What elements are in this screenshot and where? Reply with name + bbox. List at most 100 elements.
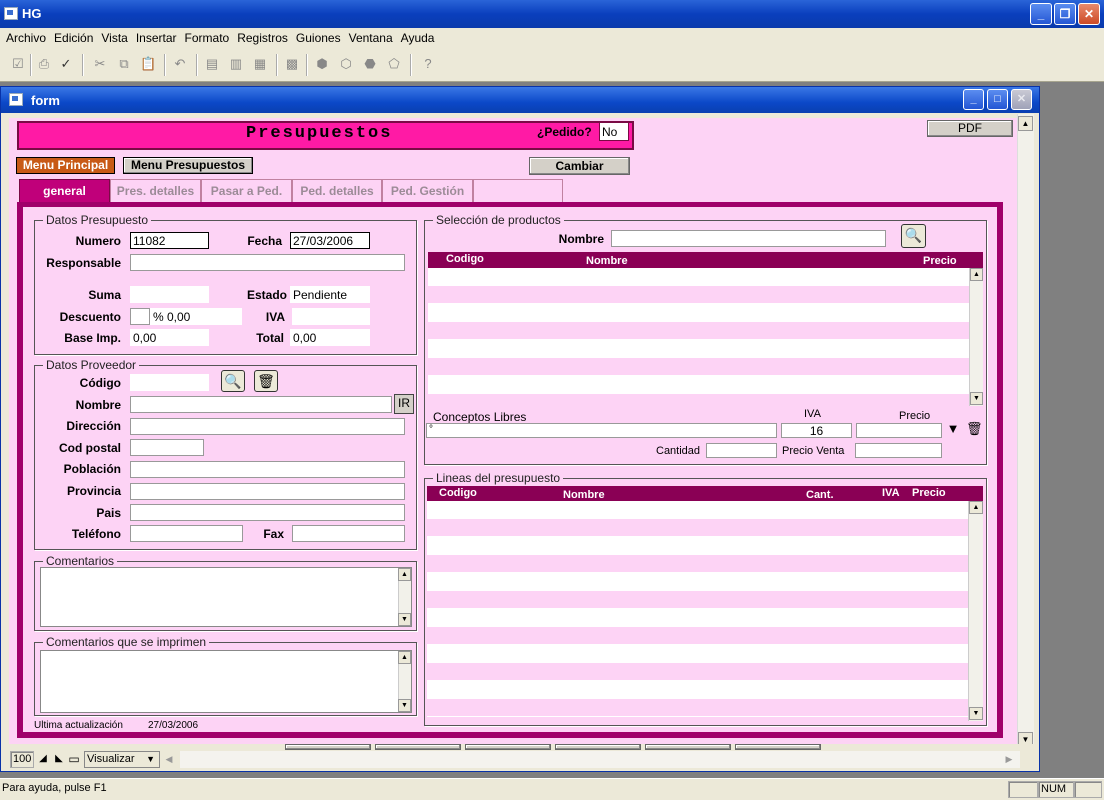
nav-button[interactable]: [375, 744, 461, 750]
table-row[interactable]: [427, 573, 968, 591]
table-row[interactable]: [428, 268, 969, 286]
cantidad-field[interactable]: [706, 443, 777, 458]
concepto-precio-field[interactable]: [856, 423, 942, 438]
table-row[interactable]: [427, 627, 968, 645]
nav-button[interactable]: [735, 744, 821, 750]
table-row[interactable]: [427, 501, 968, 519]
pedido-field[interactable]: No: [599, 122, 629, 141]
print-icon[interactable]: ⎙: [36, 56, 52, 72]
comentarios-textarea[interactable]: ▲ ▼: [40, 567, 412, 627]
menu-presupuestos-button[interactable]: Menu Presupuestos: [123, 157, 253, 174]
omit-icon[interactable]: ⬠: [386, 56, 402, 72]
zoom-out-icon[interactable]: ◢: [36, 750, 50, 768]
menu-vista[interactable]: Vista: [97, 31, 131, 45]
lineas-scroll-up-icon[interactable]: ▲: [969, 501, 983, 514]
proveedor-nombre-field[interactable]: [130, 396, 392, 413]
table-row[interactable]: [427, 645, 968, 663]
undo-icon[interactable]: ↶: [172, 56, 188, 72]
comentarios-imprimen-scroll-down-icon[interactable]: ▼: [398, 699, 411, 712]
comentarios-scroll-up-icon[interactable]: ▲: [398, 568, 411, 581]
zoom-level[interactable]: 100: [10, 751, 34, 768]
mode-select[interactable]: Visualizar ▼: [84, 751, 160, 768]
seleccion-table-scrollbar[interactable]: ▲ ▼: [969, 268, 983, 406]
menu-archivo[interactable]: Archivo: [2, 31, 50, 45]
precio-venta-field[interactable]: [855, 443, 942, 458]
lineas-table-body[interactable]: [427, 501, 968, 721]
estado-field[interactable]: Pendiente: [290, 286, 370, 303]
concepto-field[interactable]: °: [426, 423, 777, 438]
layout-icon[interactable]: ▦: [252, 56, 268, 72]
restore-icon[interactable]: ❐: [1054, 3, 1076, 25]
concepto-iva-field[interactable]: 16: [781, 423, 852, 438]
tab-ped-gestion[interactable]: Ped. Gestión: [382, 179, 473, 203]
horizontal-scrollbar[interactable]: [180, 751, 1020, 768]
table-row[interactable]: [428, 358, 969, 376]
menu-edicion[interactable]: Edición: [50, 31, 97, 45]
numero-field[interactable]: 11082: [130, 232, 209, 249]
menu-formato[interactable]: Formato: [181, 31, 234, 45]
menu-guiones[interactable]: Guiones: [292, 31, 345, 45]
tab-pres-detalles[interactable]: Pres. detalles: [110, 179, 201, 203]
table-row[interactable]: [427, 663, 968, 681]
concept-trash-icon[interactable]: 🗑: [966, 420, 983, 438]
descuento-field[interactable]: [130, 308, 150, 325]
paste-icon[interactable]: 📋: [140, 56, 156, 72]
responsable-field[interactable]: [130, 254, 405, 271]
help-icon[interactable]: ?: [420, 56, 436, 72]
tab-general[interactable]: general: [19, 179, 110, 203]
cod-postal-field[interactable]: [130, 439, 204, 456]
table-row[interactable]: [428, 394, 969, 406]
provincia-field[interactable]: [130, 483, 405, 500]
spellcheck-icon[interactable]: ✓: [58, 56, 74, 72]
cambiar-button[interactable]: Cambiar: [529, 157, 630, 175]
scroll-left-icon[interactable]: ◀: [162, 750, 176, 768]
sort-icon[interactable]: ▩: [284, 56, 300, 72]
duplicate-icon[interactable]: ⬡: [338, 56, 354, 72]
minimize-icon[interactable]: _: [1030, 3, 1052, 25]
tab-pasar-a-ped[interactable]: Pasar a Ped.: [201, 179, 292, 203]
table-row[interactable]: [428, 286, 969, 304]
pais-field[interactable]: [130, 504, 405, 521]
menu-ayuda[interactable]: Ayuda: [397, 31, 439, 45]
nav-button[interactable]: [645, 744, 731, 750]
poblacion-field[interactable]: [130, 461, 405, 478]
table-row[interactable]: [428, 322, 969, 340]
table-row[interactable]: [427, 681, 968, 699]
seleccion-scroll-up-icon[interactable]: ▲: [970, 268, 983, 281]
tab-ped-detalles[interactable]: Ped. detalles: [292, 179, 382, 203]
child-minimize-icon[interactable]: _: [963, 89, 984, 110]
table-row[interactable]: [428, 376, 969, 394]
table-row[interactable]: [427, 699, 968, 717]
direccion-field[interactable]: [130, 418, 405, 435]
search-icon[interactable]: 🔍: [221, 370, 245, 392]
pdf-button[interactable]: PDF: [927, 120, 1013, 137]
new-record-icon[interactable]: ☑: [10, 56, 26, 72]
fax-field[interactable]: [292, 525, 405, 542]
comentarios-imprimen-textarea[interactable]: ▲ ▼: [40, 650, 412, 713]
nav-button[interactable]: [465, 744, 551, 750]
nav-button[interactable]: [555, 744, 641, 750]
scroll-up-icon[interactable]: ▲: [1018, 116, 1033, 131]
table-row[interactable]: [428, 304, 969, 322]
browse-icon[interactable]: ▤: [204, 56, 220, 72]
seleccion-scroll-down-icon[interactable]: ▼: [970, 392, 983, 405]
scroll-right-icon[interactable]: ▶: [1002, 750, 1016, 768]
form-vertical-scrollbar[interactable]: ▲ ▼: [1017, 114, 1034, 748]
nav-button[interactable]: [285, 744, 371, 750]
table-row[interactable]: [427, 591, 968, 609]
close-icon[interactable]: ✕: [1078, 3, 1100, 25]
menu-insertar[interactable]: Insertar: [132, 31, 181, 45]
record-icon[interactable]: ⬢: [314, 56, 330, 72]
product-search-icon[interactable]: 🔍: [901, 224, 926, 248]
table-row[interactable]: [427, 519, 968, 537]
table-row[interactable]: [427, 609, 968, 627]
cut-icon[interactable]: ✂: [92, 56, 108, 72]
codigo-field[interactable]: [130, 374, 209, 391]
ir-button[interactable]: IR: [394, 394, 414, 414]
seleccion-nombre-field[interactable]: [611, 230, 886, 247]
delete-icon[interactable]: ⬣: [362, 56, 378, 72]
menu-ventana[interactable]: Ventana: [345, 31, 397, 45]
copy-icon[interactable]: ⧉: [116, 56, 132, 72]
iva-field[interactable]: [292, 308, 370, 325]
suma-field[interactable]: [130, 286, 209, 303]
